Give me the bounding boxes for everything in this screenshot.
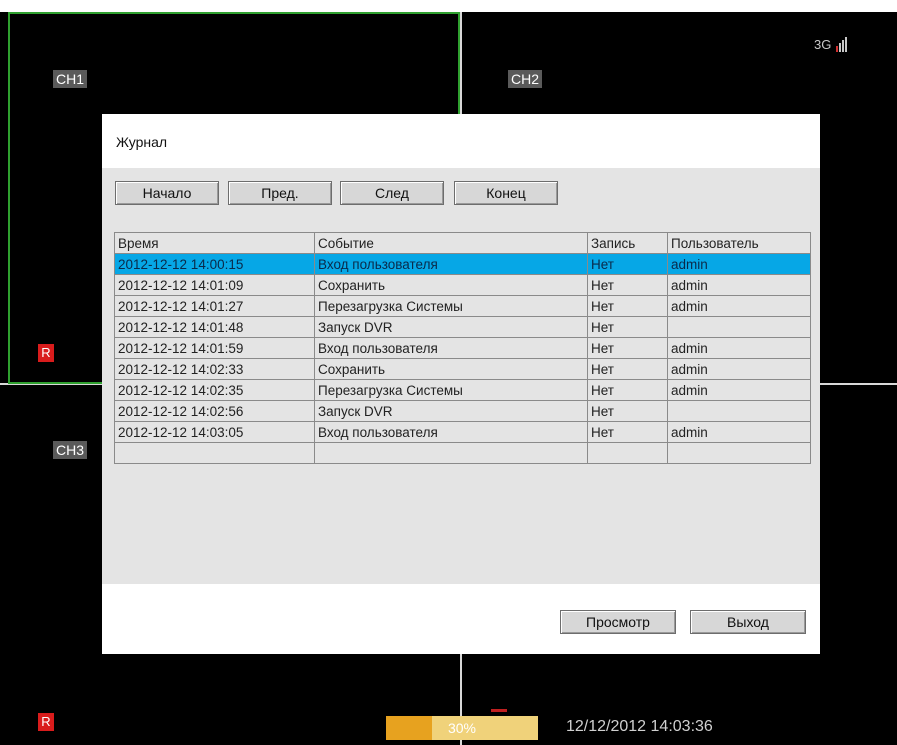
- channel-label-ch2: CH2: [508, 70, 543, 88]
- log-cell-time: 2012-12-12 14:01:59: [114, 337, 315, 359]
- column-header-user[interactable]: Пользователь: [667, 232, 811, 254]
- log-cell-user: admin: [667, 274, 811, 296]
- log-cell-event: [314, 442, 588, 464]
- status-marker: [491, 709, 507, 712]
- view-label: Просмотр: [586, 614, 650, 630]
- column-header-event[interactable]: Событие: [314, 232, 588, 254]
- log-cell-record: [587, 442, 668, 464]
- log-cell-record: Нет: [587, 337, 668, 359]
- log-cell-user: admin: [667, 358, 811, 380]
- log-dialog: Журнал Начало Пред. След Конец Время Соб…: [102, 114, 820, 654]
- log-cell-record: Нет: [587, 379, 668, 401]
- log-cell-time: 2012-12-12 14:03:05: [114, 421, 315, 443]
- log-row[interactable]: 2012-12-12 14:03:05 Вход пользователя Не…: [114, 421, 811, 443]
- prev-page-label: Пред.: [261, 185, 299, 201]
- log-cell-record: Нет: [587, 358, 668, 380]
- log-cell-user: admin: [667, 379, 811, 401]
- log-cell-event: Запуск DVR: [314, 400, 588, 422]
- top-strip: [0, 0, 897, 12]
- log-cell-event: Вход пользователя: [314, 337, 588, 359]
- column-header-time[interactable]: Время: [114, 232, 315, 254]
- next-page-label: След: [375, 185, 409, 201]
- log-row[interactable]: 2012-12-12 14:02:35 Перезагрузка Системы…: [114, 379, 811, 401]
- log-cell-user: [667, 442, 811, 464]
- log-row[interactable]: 2012-12-12 14:01:59 Вход пользователя Не…: [114, 337, 811, 359]
- exit-label: Выход: [727, 614, 769, 630]
- next-page-button[interactable]: След: [340, 181, 444, 205]
- record-indicator-ch1: R: [38, 344, 54, 362]
- log-cell-time: [114, 442, 315, 464]
- log-cell-record: Нет: [587, 274, 668, 296]
- log-cell-user: admin: [667, 253, 811, 275]
- log-row-selected[interactable]: 2012-12-12 14:00:15 Вход пользователя Не…: [114, 253, 811, 275]
- log-cell-user: admin: [667, 337, 811, 359]
- log-cell-time: 2012-12-12 14:02:33: [114, 358, 315, 380]
- log-cell-user: admin: [667, 421, 811, 443]
- clock-datetime: 12/12/2012 14:03:36: [566, 718, 713, 735]
- first-page-button[interactable]: Начало: [115, 181, 219, 205]
- dvr-screen: CH1 CH2 CH3 R R 3G Журнал Начало Пред. С…: [0, 0, 897, 745]
- log-cell-time: 2012-12-12 14:01:48: [114, 316, 315, 338]
- log-row[interactable]: 2012-12-12 14:01:27 Перезагрузка Системы…: [114, 295, 811, 317]
- log-row[interactable]: 2012-12-12 14:02:33 Сохранить Нет admin: [114, 358, 811, 380]
- log-cell-time: 2012-12-12 14:01:27: [114, 295, 315, 317]
- log-cell-time: 2012-12-12 14:01:09: [114, 274, 315, 296]
- log-cell-time: 2012-12-12 14:02:35: [114, 379, 315, 401]
- view-button[interactable]: Просмотр: [560, 610, 676, 634]
- signal-strength-icon: [835, 37, 847, 52]
- log-table-header: Время Событие Запись Пользователь: [114, 232, 811, 254]
- log-row[interactable]: 2012-12-12 14:01:48 Запуск DVR Нет: [114, 316, 811, 338]
- log-cell-event: Запуск DVR: [314, 316, 588, 338]
- network-label: 3G: [814, 37, 832, 52]
- channel-label-ch1: CH1: [53, 70, 88, 88]
- log-cell-record: Нет: [587, 253, 668, 275]
- log-cell-record: Нет: [587, 316, 668, 338]
- log-cell-user: admin: [667, 295, 811, 317]
- record-indicator-ch3: R: [38, 713, 54, 731]
- log-row-empty[interactable]: [114, 442, 811, 464]
- last-page-label: Конец: [486, 185, 526, 201]
- log-cell-user: [667, 316, 811, 338]
- log-cell-event: Сохранить: [314, 274, 588, 296]
- dialog-title: Журнал: [116, 134, 168, 150]
- log-cell-event: Перезагрузка Системы: [314, 379, 588, 401]
- log-cell-event: Вход пользователя: [314, 421, 588, 443]
- log-cell-record: Нет: [587, 295, 668, 317]
- network-status: 3G: [814, 37, 847, 52]
- exit-button[interactable]: Выход: [690, 610, 806, 634]
- channel-label-ch3: CH3: [53, 441, 88, 459]
- prev-page-button[interactable]: Пред.: [228, 181, 332, 205]
- log-cell-time: 2012-12-12 14:02:56: [114, 400, 315, 422]
- column-header-record[interactable]: Запись: [587, 232, 668, 254]
- log-row[interactable]: 2012-12-12 14:01:09 Сохранить Нет admin: [114, 274, 811, 296]
- progress-bar: 30%: [386, 716, 538, 740]
- log-cell-user: [667, 400, 811, 422]
- log-cell-event: Вход пользователя: [314, 253, 588, 275]
- log-cell-record: Нет: [587, 421, 668, 443]
- log-cell-event: Перезагрузка Системы: [314, 295, 588, 317]
- first-page-label: Начало: [142, 185, 192, 201]
- log-cell-record: Нет: [587, 400, 668, 422]
- log-cell-event: Сохранить: [314, 358, 588, 380]
- log-table: Время Событие Запись Пользователь 2012-1…: [114, 232, 811, 464]
- log-row[interactable]: 2012-12-12 14:02:56 Запуск DVR Нет: [114, 400, 811, 422]
- last-page-button[interactable]: Конец: [454, 181, 558, 205]
- progress-label: 30%: [447, 720, 477, 736]
- log-cell-time: 2012-12-12 14:00:15: [114, 253, 315, 275]
